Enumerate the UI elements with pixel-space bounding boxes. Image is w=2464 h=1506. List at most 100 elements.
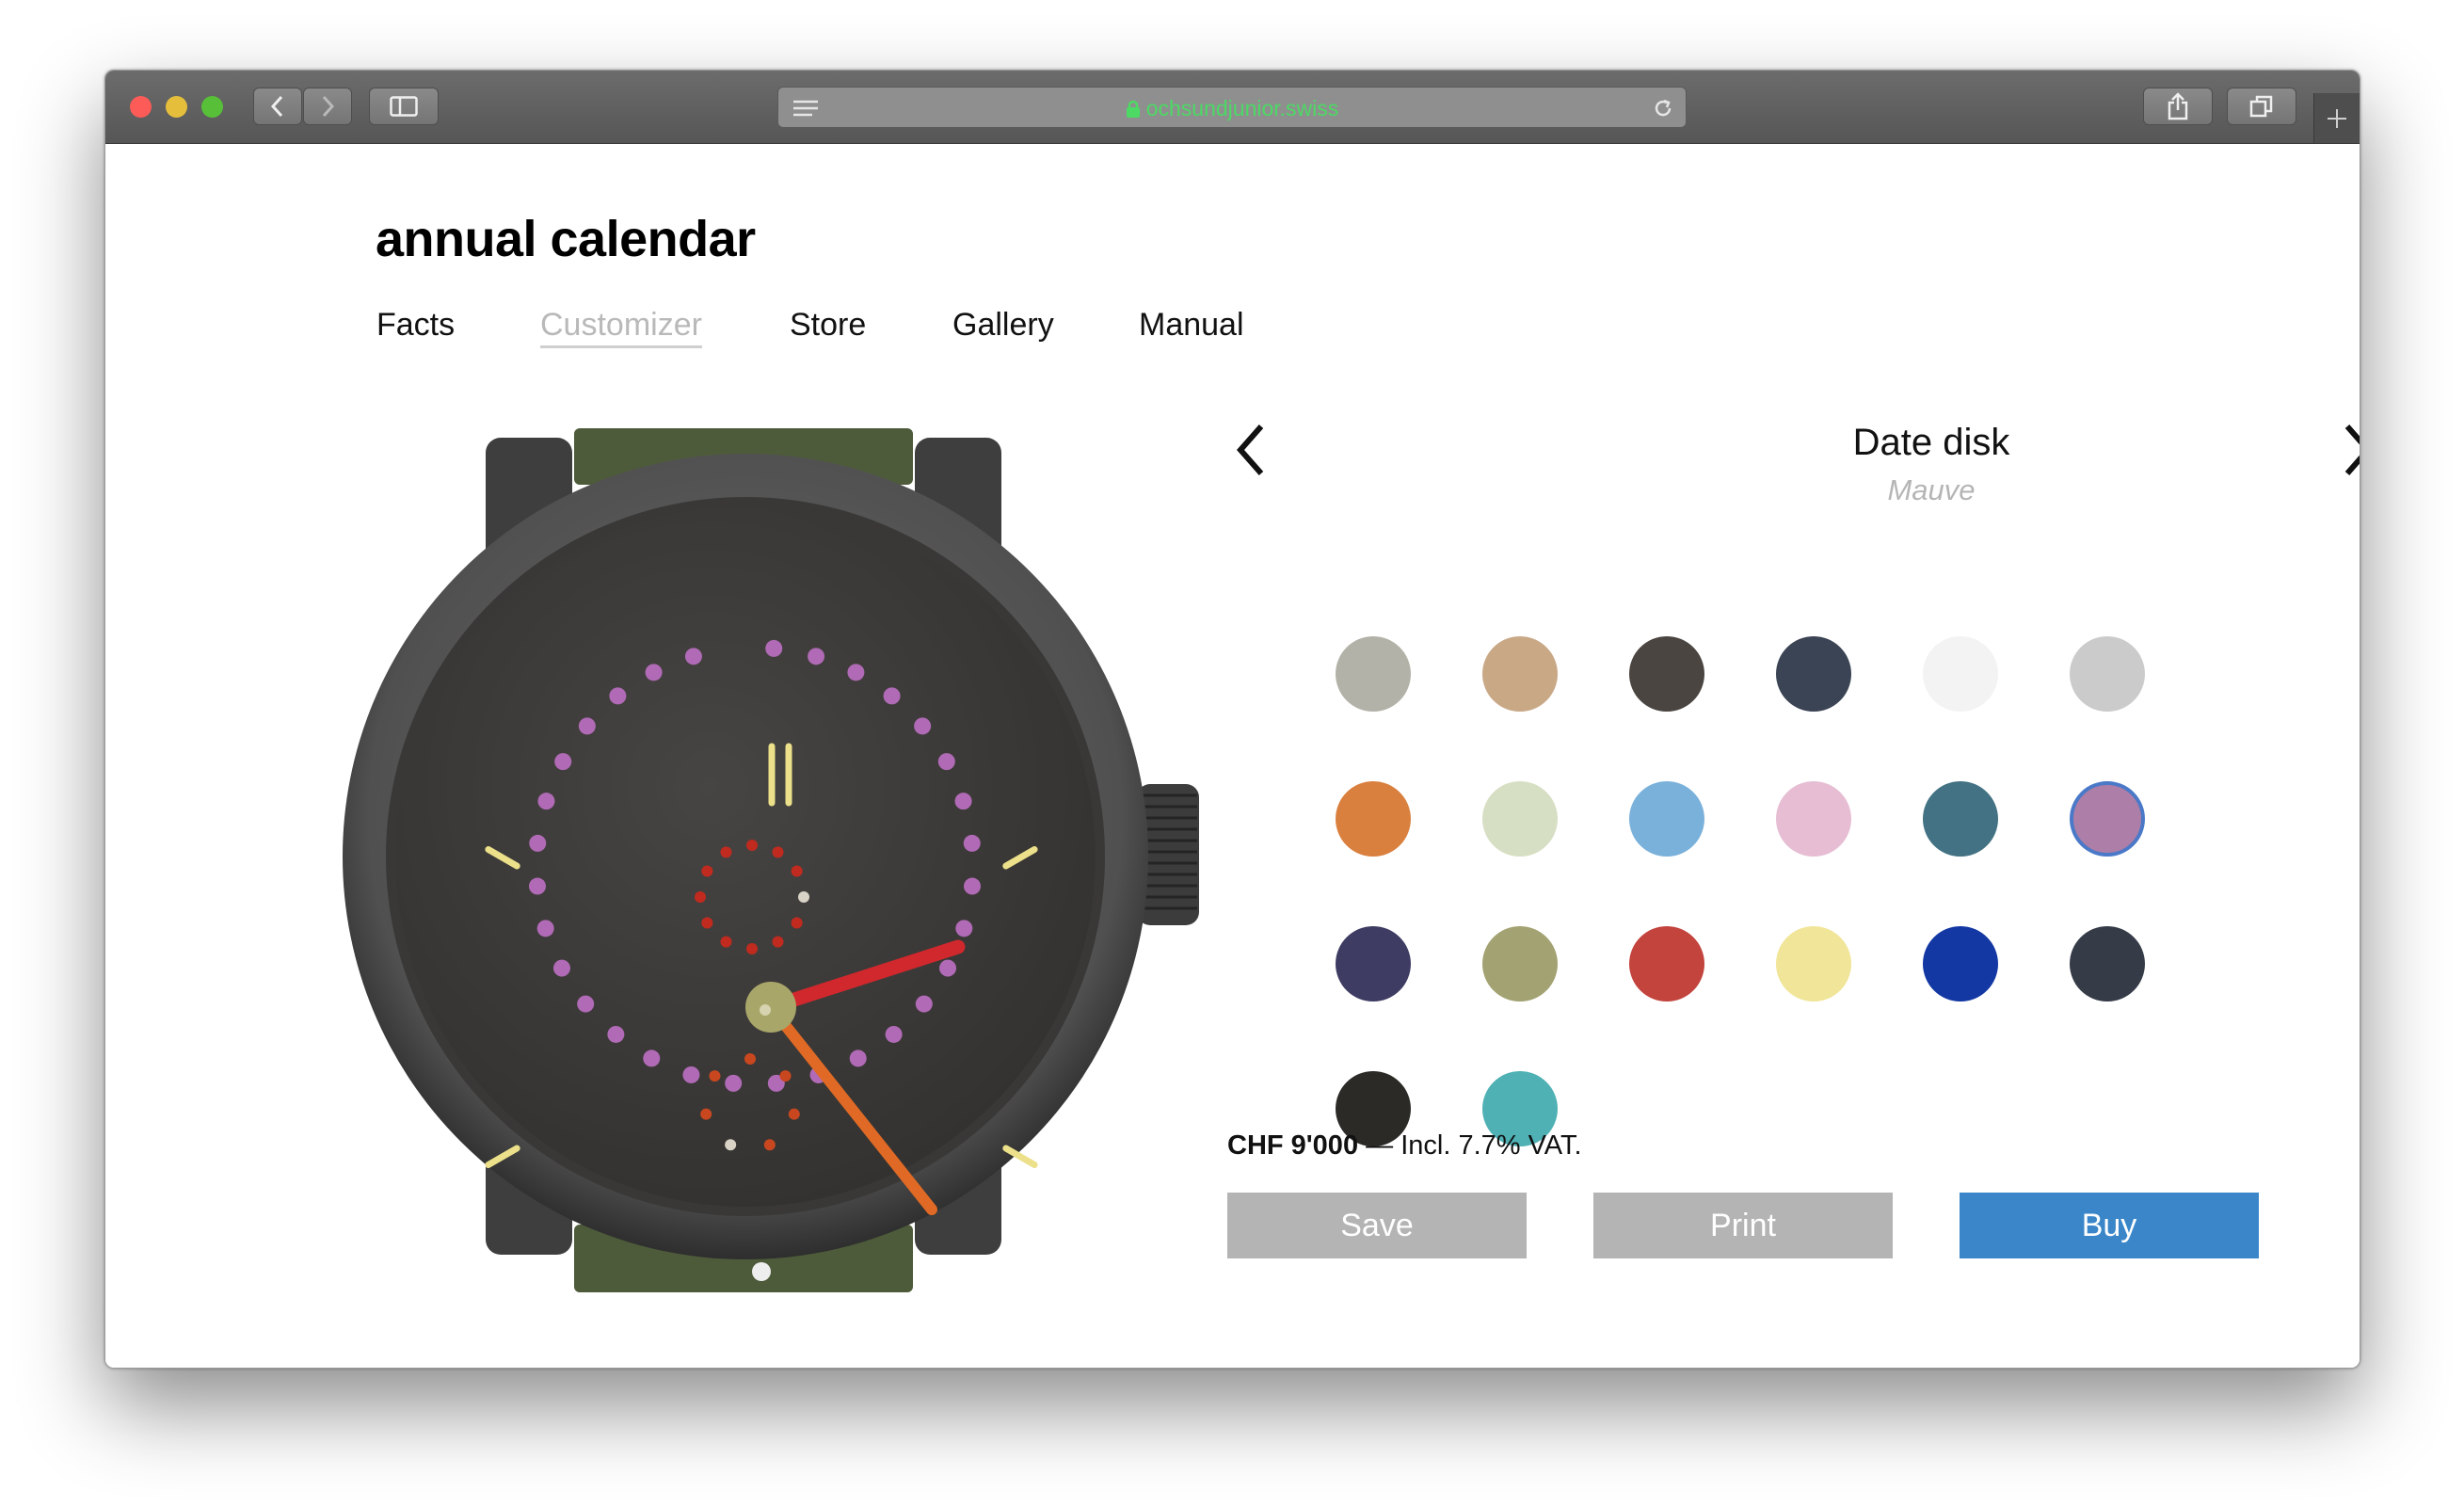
chevron-left-icon <box>270 95 283 118</box>
lock-icon <box>1126 100 1140 118</box>
day-dot <box>744 1053 756 1065</box>
day-dot <box>725 1139 737 1151</box>
tabs-icon <box>2249 95 2273 118</box>
forward-button[interactable] <box>303 88 352 125</box>
previous-part-arrow[interactable] <box>1224 417 1280 483</box>
center-cap <box>745 982 796 1033</box>
color-swatch[interactable] <box>1336 926 1411 1001</box>
zoom-window-button[interactable] <box>201 96 223 118</box>
nav-gallery[interactable]: Gallery <box>952 307 1054 344</box>
date-dot <box>849 1049 867 1067</box>
minimize-window-button[interactable] <box>166 96 187 118</box>
selected-color-name: Mauve <box>1887 473 1976 506</box>
month-dot <box>695 891 706 903</box>
chevron-right-icon <box>322 95 335 118</box>
date-dot <box>529 877 547 895</box>
color-swatch[interactable] <box>2070 781 2145 857</box>
month-dot <box>746 943 758 954</box>
page-title: annual calendar <box>376 211 756 267</box>
date-dot <box>684 648 702 665</box>
address-bar[interactable]: ochsundjunior.swiss <box>777 87 1687 128</box>
day-dot <box>700 1108 712 1120</box>
browser-toolbar: ochsundjunior.swiss <box>105 71 2360 144</box>
date-dot <box>883 687 901 705</box>
tabs-overview-button[interactable] <box>2227 88 2296 125</box>
month-dot <box>772 846 784 858</box>
color-swatch[interactable] <box>1923 781 1998 857</box>
reload-icon[interactable] <box>1652 97 1674 120</box>
date-dot <box>725 1074 743 1092</box>
color-swatch[interactable] <box>1923 926 1998 1001</box>
part-title: Date disk <box>1852 422 2010 463</box>
date-dot <box>939 959 957 977</box>
nav-store[interactable]: Store <box>790 307 866 344</box>
sidebar-icon <box>390 96 418 117</box>
color-swatch[interactable] <box>1482 636 1558 712</box>
date-dot <box>963 877 981 895</box>
back-button[interactable] <box>253 88 302 125</box>
color-swatch[interactable] <box>1336 781 1411 857</box>
color-swatch[interactable] <box>1482 926 1558 1001</box>
date-dot <box>682 1065 700 1083</box>
url-text: ochsundjunior.swiss <box>1145 96 1339 120</box>
date-dot <box>529 834 547 852</box>
color-swatch[interactable] <box>1776 781 1851 857</box>
center-pin <box>760 1004 771 1016</box>
month-dot <box>791 865 803 877</box>
day-dot <box>709 1070 721 1082</box>
date-dot <box>765 639 783 657</box>
date-dot <box>537 793 555 810</box>
color-swatch[interactable] <box>2070 636 2145 712</box>
save-button[interactable]: Save <box>1227 1193 1527 1258</box>
date-dot <box>609 687 627 705</box>
date-dot <box>955 920 973 937</box>
date-dot <box>885 1025 903 1043</box>
nav-facts[interactable]: Facts <box>376 307 455 344</box>
date-dot <box>937 753 955 771</box>
month-dot <box>798 891 809 903</box>
url-display[interactable]: ochsundjunior.swiss <box>778 88 1686 129</box>
color-swatch[interactable] <box>1482 781 1558 857</box>
date-dot <box>554 753 572 771</box>
color-swatch[interactable] <box>1629 781 1704 857</box>
month-dot <box>720 936 732 948</box>
date-dot <box>643 1049 661 1067</box>
page-content: annual calendar Facts Customizer Store G… <box>105 144 2360 1368</box>
nav-manual[interactable]: Manual <box>1139 307 1244 344</box>
date-dot <box>552 959 570 977</box>
close-window-button[interactable] <box>130 96 152 118</box>
date-dot <box>808 648 825 665</box>
date-dot <box>847 664 865 681</box>
day-dot <box>788 1108 800 1120</box>
day-dot <box>763 1139 776 1151</box>
color-swatch[interactable] <box>1923 636 1998 712</box>
date-dot <box>645 664 663 681</box>
month-dot <box>791 917 803 929</box>
print-button[interactable]: Print <box>1593 1193 1893 1258</box>
date-dot <box>914 717 932 735</box>
share-button[interactable] <box>2143 88 2213 125</box>
month-dot <box>772 936 784 948</box>
color-swatch[interactable] <box>1776 636 1851 712</box>
watch-preview <box>343 428 1199 1292</box>
color-swatch[interactable] <box>1629 636 1704 712</box>
color-swatch[interactable] <box>1629 926 1704 1001</box>
sidebar-toggle-button[interactable] <box>369 88 439 125</box>
new-tab-button[interactable] <box>2313 93 2360 143</box>
nav-customizer[interactable]: Customizer <box>540 307 702 348</box>
date-dot <box>578 717 596 735</box>
date-dot <box>963 834 981 852</box>
month-dot <box>701 917 713 929</box>
price-line: CHF 9'000 — Incl. 7.7% VAT. <box>1227 1130 1582 1162</box>
color-swatch[interactable] <box>1776 926 1851 1001</box>
marker-6 <box>752 1262 771 1281</box>
date-dot <box>577 995 595 1013</box>
share-icon <box>2168 92 2188 120</box>
buy-button[interactable]: Buy <box>1960 1193 2259 1258</box>
date-dot <box>954 793 972 810</box>
date-dot <box>607 1025 625 1043</box>
month-dot <box>746 840 758 851</box>
color-swatch[interactable] <box>2070 926 2145 1001</box>
color-swatch[interactable] <box>1336 636 1411 712</box>
date-dot <box>915 995 933 1013</box>
